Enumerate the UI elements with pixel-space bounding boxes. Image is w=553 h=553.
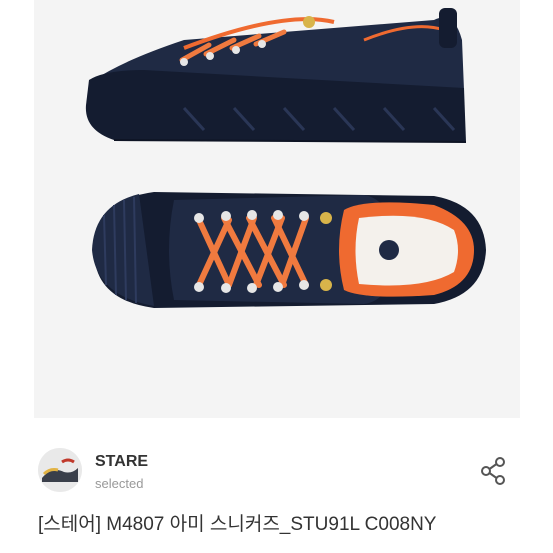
brand-name[interactable]: STARE [95,453,148,471]
brand-logo-icon [38,448,82,492]
product-title: [스테어] M4807 아미 스니커즈_STU91L C008NY [38,514,437,535]
side-view-shoe [85,8,467,143]
top-view-shoe [92,192,486,308]
brand-row[interactable]: STARE selected [38,448,518,496]
product-image[interactable] [34,0,520,418]
sneaker-illustration [85,8,486,308]
share-icon [481,457,505,485]
share-button[interactable] [478,456,508,486]
brand-avatar[interactable] [38,448,82,492]
brand-status: selected [95,476,144,491]
